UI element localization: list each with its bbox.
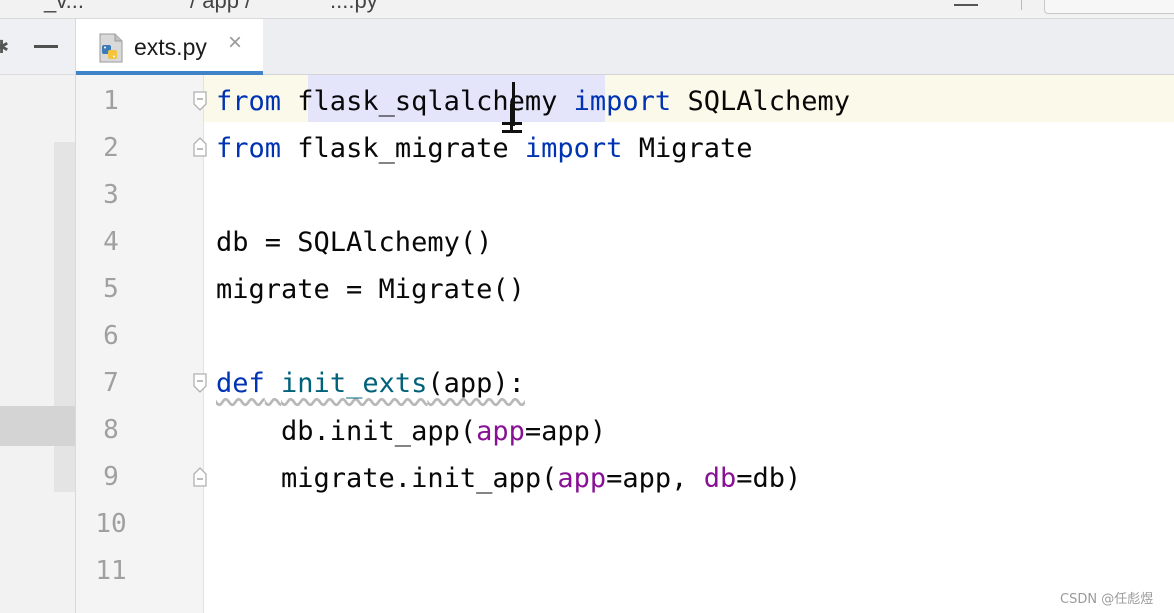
- keyword-argument: app: [557, 463, 607, 494]
- code-text: =app,: [606, 463, 704, 494]
- editor-tab-bar: exts.py ×: [76, 19, 1174, 75]
- keyword: import: [573, 86, 672, 117]
- line-number: 4: [103, 227, 119, 257]
- code-text: =app): [524, 416, 607, 447]
- code-text: db.init_app(: [216, 416, 477, 447]
- breadcrumb-bar: _v... / app / ....py: [0, 0, 1174, 19]
- code-text: =db): [736, 463, 802, 494]
- keyword-argument: db: [703, 463, 737, 494]
- tab-exts-py[interactable]: exts.py ×: [76, 19, 263, 75]
- keyword: from: [216, 133, 282, 164]
- fold-end-icon[interactable]: [191, 137, 209, 157]
- run-config-selector[interactable]: [1044, 0, 1174, 14]
- mouse-ibeam-bottom: [502, 130, 522, 133]
- module-name: flask_migrate: [297, 133, 509, 164]
- code-line-1[interactable]: from flask_sqlalchemy import SQLAlchemy: [216, 78, 850, 125]
- tab-label: exts.py: [134, 34, 207, 60]
- line-number: 8: [103, 415, 119, 445]
- line-number: 9: [103, 462, 119, 492]
- code-line-8[interactable]: db.init_app(app=app): [216, 408, 606, 455]
- keyword: import: [524, 133, 623, 164]
- breadcrumb-file[interactable]: ....py: [330, 0, 378, 14]
- function-params: (app):: [427, 368, 525, 399]
- code-line-5[interactable]: migrate = Migrate(): [216, 266, 525, 313]
- toolbar-separator: [1021, 0, 1022, 10]
- line-number: 3: [103, 180, 119, 210]
- minimize-icon[interactable]: [954, 4, 978, 6]
- line-number: 11: [95, 556, 127, 586]
- weak-warning-underline: def init_exts(app):: [216, 368, 525, 399]
- code-line-9[interactable]: migrate.init_app(app=app, db=db): [216, 455, 801, 502]
- module-name: flask_sqlalchemy: [297, 86, 558, 117]
- code-text: migrate.init_app(: [216, 463, 558, 494]
- gear-icon[interactable]: ✱: [0, 37, 9, 58]
- import-name: Migrate: [638, 133, 753, 164]
- line-number: 5: [103, 274, 119, 304]
- mouse-ibeam-top: [502, 122, 522, 125]
- keyword-argument: app: [476, 416, 525, 447]
- line-number: 1: [103, 86, 119, 116]
- line-number: 7: [103, 368, 119, 398]
- watermark: CSDN @任彪煜: [1060, 592, 1154, 607]
- line-number: 10: [95, 509, 127, 539]
- code-line-2[interactable]: from flask_migrate import Migrate: [216, 125, 753, 172]
- close-icon[interactable]: ×: [228, 31, 242, 55]
- import-name: SQLAlchemy: [687, 86, 851, 117]
- fold-start-icon[interactable]: [191, 91, 209, 111]
- line-number: 2: [103, 133, 119, 163]
- function-name: init_exts: [281, 368, 428, 399]
- keyword: from: [216, 86, 282, 117]
- project-tree-selected-item[interactable]: [0, 406, 75, 446]
- fold-start-icon[interactable]: [191, 373, 209, 393]
- tool-window-header: ✱: [0, 19, 75, 75]
- hide-panel-icon[interactable]: [34, 45, 58, 48]
- breadcrumb-project[interactable]: _v...: [44, 0, 84, 14]
- line-number-gutter[interactable]: 1 2 3 4 5 6 7 8 9 10 11: [76, 75, 207, 613]
- project-tool-window: ✱: [0, 19, 76, 613]
- code-line-4[interactable]: db = SQLAlchemy(): [216, 219, 492, 266]
- breadcrumb-folder[interactable]: / app /: [190, 0, 251, 14]
- fold-end-icon[interactable]: [191, 467, 209, 487]
- mouse-ibeam-cursor: [510, 104, 513, 132]
- line-number: 6: [103, 321, 119, 351]
- python-file-icon: [99, 33, 123, 63]
- code-line-7[interactable]: def init_exts(app):: [216, 360, 525, 407]
- keyword: def: [216, 368, 265, 399]
